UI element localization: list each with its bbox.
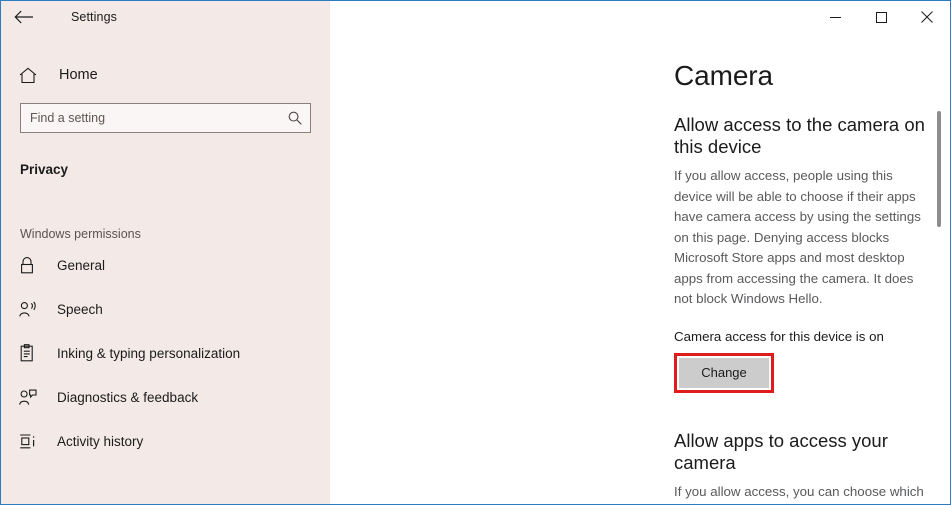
activity-history-icon — [19, 433, 43, 450]
close-icon — [921, 11, 933, 23]
clipboard-pen-icon — [19, 344, 43, 362]
sidebar-item-activity-history[interactable]: Activity history — [1, 419, 330, 463]
lock-icon — [19, 256, 43, 274]
sidebar-item-diagnostics-feedback[interactable]: Diagnostics & feedback — [1, 375, 330, 419]
section-heading-device-access: Allow access to the camera on this devic… — [674, 114, 925, 157]
minimize-button[interactable] — [812, 1, 858, 33]
search-icon[interactable] — [288, 111, 302, 125]
change-button[interactable]: Change — [679, 357, 769, 388]
content-area: Camera Allow access to the camera on thi… — [330, 33, 950, 504]
sidebar-item-activity-history-label: Activity history — [57, 433, 144, 449]
search-container — [1, 95, 330, 133]
search-input[interactable] — [21, 111, 310, 125]
sidebar-item-general[interactable]: General — [1, 243, 330, 287]
sidebar-item-home[interactable]: Home — [1, 55, 330, 95]
title-bar: Settings — [1, 1, 950, 33]
back-arrow-icon — [14, 10, 33, 24]
maximize-icon — [875, 11, 887, 23]
sidebar-item-home-label: Home — [59, 67, 98, 83]
speech-person-icon — [19, 301, 43, 318]
search-box[interactable] — [20, 103, 311, 133]
sidebar-item-diagnostics-feedback-label: Diagnostics & feedback — [57, 389, 199, 405]
sidebar-item-speech[interactable]: Speech — [1, 287, 330, 331]
minimize-icon — [829, 16, 841, 18]
content-inner: Camera Allow access to the camera on thi… — [674, 33, 950, 504]
maximize-button[interactable] — [858, 1, 904, 33]
home-icon — [19, 67, 45, 84]
sidebar-category-title: Privacy — [20, 162, 69, 177]
back-button[interactable] — [1, 1, 47, 33]
window-body: Home Privacy Windows permissions — [1, 33, 950, 504]
sidebar-item-inking-typing[interactable]: Inking & typing personalization — [1, 331, 330, 375]
sidebar-item-inking-typing-label: Inking & typing personalization — [57, 345, 241, 361]
sidebar: Home Privacy Windows permissions — [1, 33, 330, 504]
camera-access-status: Camera access for this device is on — [674, 328, 884, 344]
window-title: Settings — [71, 10, 117, 24]
title-bar-left: Settings — [1, 1, 330, 33]
section-paragraph-apps-access: If you allow access, you can choose whic… — [674, 483, 924, 499]
section-paragraph-device-access: If you allow access, people using this d… — [674, 168, 921, 306]
sidebar-item-speech-label: Speech — [57, 301, 103, 317]
sidebar-group-label: Windows permissions — [20, 227, 141, 241]
close-button[interactable] — [904, 1, 950, 33]
sidebar-item-general-label: General — [57, 257, 106, 273]
scrollbar-thumb[interactable] — [937, 111, 941, 227]
person-feedback-icon — [19, 389, 43, 406]
window-controls — [330, 1, 950, 33]
page-title: Camera — [674, 60, 773, 91]
content-scrollbar[interactable] — [933, 33, 945, 504]
change-button-highlight: Change — [674, 352, 774, 393]
section-heading-apps-access: Allow apps to access your camera — [674, 429, 888, 473]
settings-window: Settings Home Find a setting Privacy Win… — [0, 0, 951, 505]
